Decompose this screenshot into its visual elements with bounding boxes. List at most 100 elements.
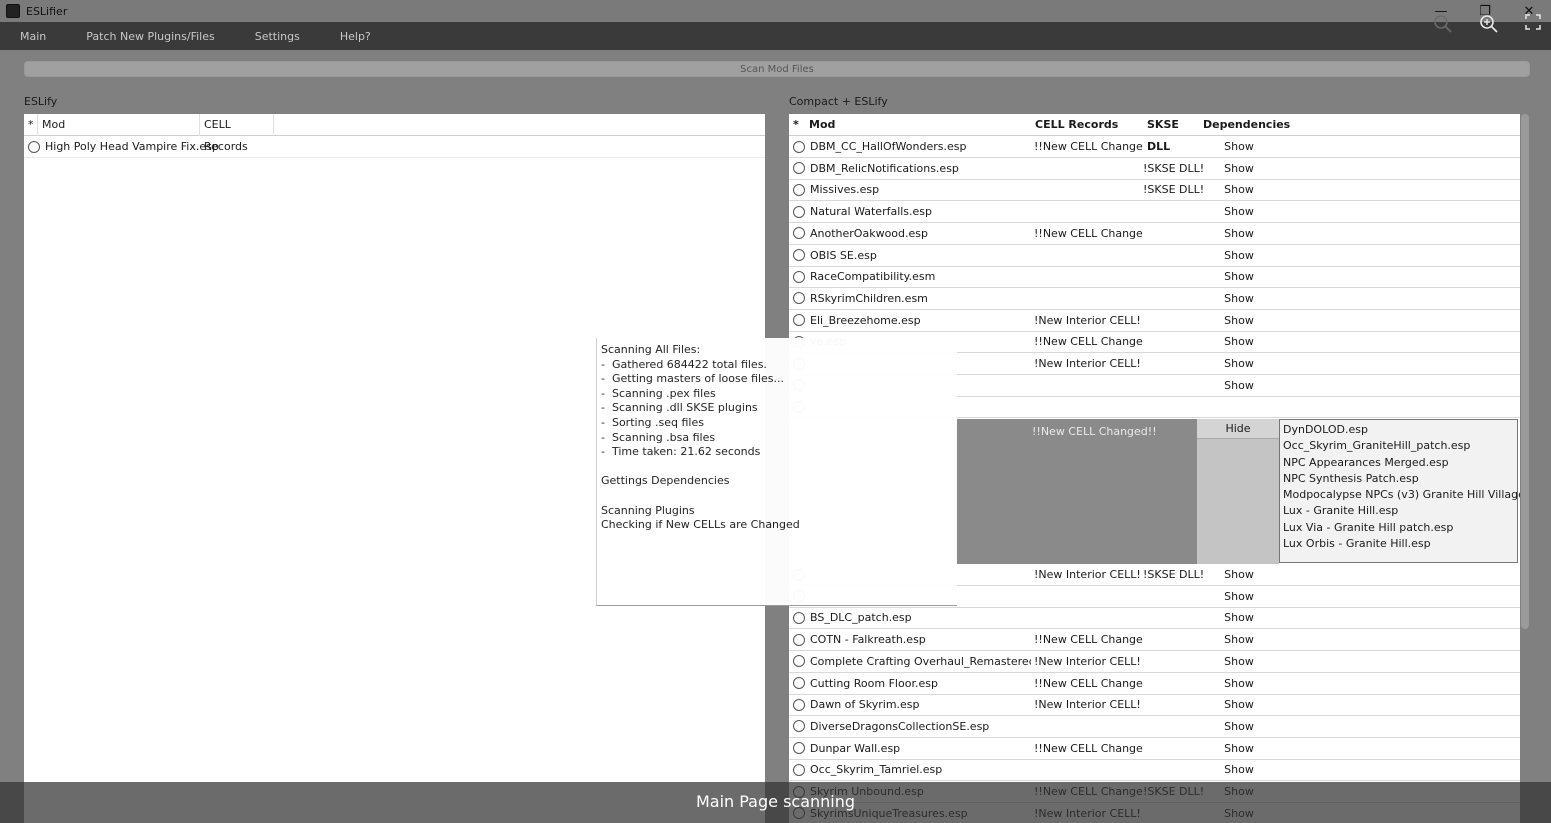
- show-dependencies-button[interactable]: Show: [1199, 162, 1279, 175]
- table-row[interactable]: Complete Crafting Overhaul_Remastered.es…: [789, 651, 1520, 673]
- title-bar: ESLifier — ❐ ✕: [0, 0, 1551, 22]
- header-cell-records[interactable]: CELL Records: [200, 113, 274, 153]
- show-dependencies-button[interactable]: Show: [1199, 742, 1279, 755]
- row-select-radio[interactable]: [793, 611, 805, 624]
- show-dependencies-button[interactable]: Show: [1199, 183, 1279, 196]
- show-dependencies-button[interactable]: Show: [1199, 357, 1279, 370]
- scan-log-line: - Sorting .seq files: [601, 415, 704, 429]
- show-dependencies-button[interactable]: Show: [1199, 698, 1279, 711]
- row-select-radio[interactable]: [793, 292, 805, 305]
- row-select-radio[interactable]: [793, 249, 805, 261]
- row-select-radio[interactable]: [793, 205, 805, 218]
- mod-cell: Dawn of Skyrim.esp: [789, 698, 1031, 711]
- show-dependencies-button[interactable]: Show: [1199, 590, 1279, 603]
- fullscreen-icon[interactable]: [1525, 14, 1541, 30]
- eslify-label: ESLify: [24, 95, 58, 108]
- cell-status: !New Interior CELL!: [1034, 654, 1141, 668]
- table-row[interactable]: DBM_RelicNotifications.esp !SKSE DLL! Show: [789, 158, 1520, 180]
- table-row[interactable]: Dawn of Skyrim.esp !New Interior CELL! Sh…: [789, 694, 1520, 717]
- scan-mod-files-button[interactable]: Scan Mod Files: [24, 61, 1530, 77]
- show-dependencies-button[interactable]: Show: [1199, 249, 1279, 262]
- mod-cell: DBM_CC_HallOfWonders.esp: [789, 140, 1031, 153]
- show-dependencies-button[interactable]: Show: [1199, 314, 1279, 327]
- table-row[interactable]: Occ_Skyrim_Tamriel.esp Show: [789, 759, 1520, 782]
- row-select-radio[interactable]: [793, 698, 805, 711]
- show-dependencies-button[interactable]: Show: [1199, 270, 1279, 283]
- row-select-radio[interactable]: [793, 720, 805, 733]
- show-dependencies-button[interactable]: Show: [1199, 140, 1279, 153]
- cell-status: !!New CELL Changed!!: [1034, 741, 1143, 755]
- mod-name: Cutting Room Floor.esp: [810, 676, 938, 690]
- eslify-table-header: * Mod CELL Records: [24, 113, 765, 153]
- show-dependencies-button[interactable]: Show: [1199, 292, 1279, 305]
- row-select-radio[interactable]: [793, 314, 805, 327]
- table-row[interactable]: DiverseDragonsCollectionSE.esp Show: [789, 716, 1520, 738]
- show-dependencies-button[interactable]: Show: [1199, 720, 1279, 733]
- menu-patch-new-plugins[interactable]: Patch New Plugins/Files: [66, 22, 234, 50]
- menu-main[interactable]: Main: [0, 22, 66, 50]
- show-dependencies-button[interactable]: Show: [1199, 335, 1279, 348]
- header-skse-dll[interactable]: SKSE DLL: [1143, 114, 1199, 153]
- table-row[interactable]: Missives.esp !SKSE DLL! Show: [789, 179, 1520, 202]
- row-select-radio[interactable]: [793, 655, 805, 668]
- show-dependencies-button[interactable]: Show: [1199, 568, 1279, 581]
- cell-status: !!New CELL Changed!!: [1034, 676, 1143, 690]
- mod-name: DBM_CC_HallOfWonders.esp: [810, 140, 967, 153]
- show-dependencies-button[interactable]: Show: [1199, 227, 1279, 240]
- menu-help[interactable]: Help?: [320, 22, 391, 50]
- vertical-scrollbar[interactable]: [1521, 114, 1529, 629]
- table-row[interactable]: Natural Waterfalls.esp Show: [789, 201, 1520, 224]
- show-dependencies-button[interactable]: Show: [1199, 611, 1279, 624]
- row-select-radio[interactable]: [28, 140, 40, 153]
- header-dependencies[interactable]: Dependencies: [1199, 114, 1290, 136]
- show-dependencies-button[interactable]: Show: [1199, 763, 1279, 776]
- show-dependencies-button[interactable]: Show: [1199, 633, 1279, 646]
- scan-log-line: [601, 489, 953, 504]
- row-select-radio[interactable]: [793, 227, 805, 240]
- compact-table-header: * Mod CELL Records SKSE DLL Dependencies: [789, 114, 1520, 153]
- table-row[interactable]: OBIS SE.esp Show: [789, 245, 1520, 267]
- hide-dependencies-button[interactable]: Hide: [1197, 419, 1279, 439]
- table-row[interactable]: Cutting Room Floor.esp !!New CELL Changed…: [789, 673, 1520, 695]
- table-row[interactable]: High Poly Head Vampire Fix.esp: [24, 136, 765, 158]
- table-row[interactable]: DBM_CC_HallOfWonders.esp !!New CELL Chang…: [789, 136, 1520, 158]
- show-dependencies-button[interactable]: Show: [1199, 205, 1279, 218]
- row-select-radio[interactable]: [793, 183, 805, 196]
- row-select-radio[interactable]: [793, 140, 805, 153]
- show-dependencies-button[interactable]: Show: [1199, 677, 1279, 690]
- scan-log-line: - Scanning .pex files: [601, 386, 716, 400]
- zoom-in-icon[interactable]: [1479, 14, 1499, 34]
- header-mod[interactable]: Mod: [805, 114, 1031, 136]
- header-cell-records[interactable]: CELL Records: [1031, 114, 1143, 136]
- dependency-item: NPC Synthesis Patch.esp: [1283, 471, 1419, 485]
- caption-banner: Main Page scanning: [0, 782, 1551, 823]
- zoom-out-icon[interactable]: [1433, 14, 1453, 34]
- mod-cell: BS_DLC_patch.esp: [789, 611, 1031, 624]
- table-row[interactable]: BS_DLC_patch.esp Show: [789, 607, 1520, 630]
- table-row[interactable]: Dunpar Wall.esp !!New CELL Changed!! Show: [789, 738, 1520, 760]
- mod-name: RaceCompatibility.esm: [810, 270, 936, 284]
- table-row[interactable]: RSkyrimChildren.esm Show: [789, 288, 1520, 310]
- header-mod[interactable]: Mod: [38, 113, 200, 136]
- table-row[interactable]: COTN - Falkreath.esp !!New CELL Changed!!…: [789, 629, 1520, 652]
- row-select-radio[interactable]: [793, 270, 805, 283]
- mod-cell: RSkyrimChildren.esm: [789, 292, 1031, 305]
- header-select[interactable]: *: [24, 113, 38, 136]
- scan-log-line: - Getting masters of loose files...: [601, 372, 784, 386]
- row-select-radio[interactable]: [793, 162, 805, 175]
- row-select-radio[interactable]: [793, 677, 805, 689]
- cell-status: !New Interior CELL!: [1034, 357, 1141, 370]
- show-dependencies-button[interactable]: Show: [1199, 379, 1279, 392]
- scan-log-line: Gettings Dependencies: [601, 474, 730, 488]
- table-row[interactable]: RaceCompatibility.esm Show: [789, 266, 1520, 289]
- header-select[interactable]: *: [789, 114, 805, 136]
- show-dependencies-button[interactable]: Show: [1199, 655, 1279, 668]
- row-select-radio[interactable]: [793, 742, 805, 755]
- zoom-controls: [1433, 14, 1541, 34]
- row-select-radio[interactable]: [793, 633, 805, 646]
- menu-settings[interactable]: Settings: [235, 22, 320, 50]
- table-row[interactable]: Eli_Breezehome.esp !New Interior CELL! Sh…: [789, 310, 1520, 332]
- table-row[interactable]: AnotherOakwood.esp !!New CELL Changed!! Sh…: [789, 223, 1520, 245]
- row-select-radio[interactable]: [793, 763, 805, 776]
- mod-cell: OBIS SE.esp: [789, 249, 1031, 262]
